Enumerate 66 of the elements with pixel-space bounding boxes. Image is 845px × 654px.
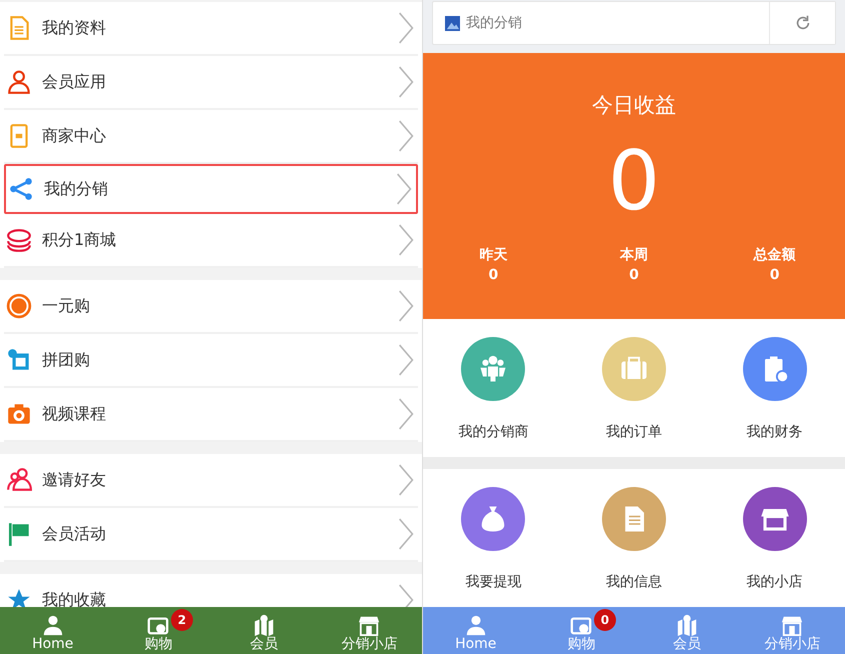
- menu-tile[interactable]: 我的财务: [704, 319, 845, 457]
- person-icon: [464, 614, 487, 636]
- count-badge: 0: [594, 609, 616, 631]
- tab-label: 分销小店: [764, 636, 820, 652]
- menu-item[interactable]: 视频课程: [4, 388, 418, 442]
- refresh-icon: [794, 14, 812, 32]
- star-icon: [6, 587, 32, 607]
- earnings-value: 0: [608, 137, 660, 227]
- group-buy-icon: [6, 347, 32, 373]
- tab-label: 购物: [567, 636, 596, 652]
- person-icon: [6, 69, 32, 95]
- chevron-icon: [398, 344, 414, 376]
- menu-item[interactable]: 一元购: [4, 280, 418, 334]
- menu-tile[interactable]: 我要提现: [423, 469, 564, 607]
- menu-item[interactable]: 商家中心: [4, 110, 418, 164]
- share-icon: [8, 176, 34, 202]
- image-icon: [445, 16, 460, 30]
- store-icon: [781, 614, 804, 636]
- coins-icon: [6, 227, 32, 253]
- tab-label: Home: [455, 636, 496, 652]
- menu-tile[interactable]: 我的信息: [564, 469, 704, 607]
- menu-item[interactable]: 积分1商城: [4, 214, 418, 268]
- chevron-icon: [398, 12, 414, 44]
- chevron-icon: [398, 584, 414, 607]
- person-icon: [42, 614, 64, 636]
- menu-item[interactable]: 我的资料: [4, 2, 418, 56]
- stat-label: 本周: [620, 246, 648, 265]
- tab-bar-item[interactable]: 购物 2: [106, 607, 211, 654]
- stat-label: 昨天: [479, 246, 508, 265]
- tab-bar-item[interactable]: 分销小店: [316, 607, 422, 654]
- menu-tile[interactable]: 我的小店: [704, 469, 845, 607]
- tab-bar-item[interactable]: 会员: [211, 607, 316, 654]
- people-icon: [6, 467, 32, 493]
- page-title: 我的分销: [466, 14, 523, 32]
- count-badge: 2: [170, 609, 193, 631]
- earnings-title: 今日收益: [592, 92, 676, 119]
- tab-bar-item[interactable]: 购物 0: [528, 607, 634, 654]
- chevron-icon: [398, 398, 414, 430]
- flag-icon: [6, 521, 32, 547]
- chevron-icon: [398, 290, 414, 322]
- menu-item[interactable]: 拼团购: [4, 334, 418, 388]
- store-icon: [358, 614, 380, 636]
- menu-tile[interactable]: 我的订单: [564, 319, 704, 457]
- stat-value: 0: [629, 266, 639, 285]
- menu-item[interactable]: 我的分销: [4, 164, 418, 214]
- tab-label: 购物: [144, 636, 172, 652]
- tab-bar-item[interactable]: Home: [0, 607, 106, 654]
- menu-item[interactable]: 会员应用: [4, 56, 418, 110]
- chevron-icon: [398, 518, 414, 550]
- tab-label: 会员: [672, 636, 701, 652]
- chevron-icon: [398, 464, 414, 496]
- refresh-button[interactable]: [769, 2, 835, 44]
- menu-tile[interactable]: 我的分销商: [423, 319, 564, 457]
- chevron-icon: [396, 173, 412, 205]
- stat-value: 0: [770, 266, 780, 285]
- stat-value: 0: [488, 266, 498, 285]
- tab-label: Home: [32, 636, 74, 652]
- ring-icon: [6, 293, 32, 319]
- stat-label: 总金额: [754, 246, 796, 265]
- menu-item[interactable]: 邀请好友: [4, 454, 418, 508]
- tab-label: 分销小店: [341, 636, 398, 652]
- chevron-icon: [398, 224, 414, 256]
- menu-item[interactable]: 会员活动: [4, 508, 418, 562]
- chevron-icon: [398, 120, 414, 152]
- tab-label: 会员: [250, 636, 278, 652]
- chevron-icon: [398, 66, 414, 98]
